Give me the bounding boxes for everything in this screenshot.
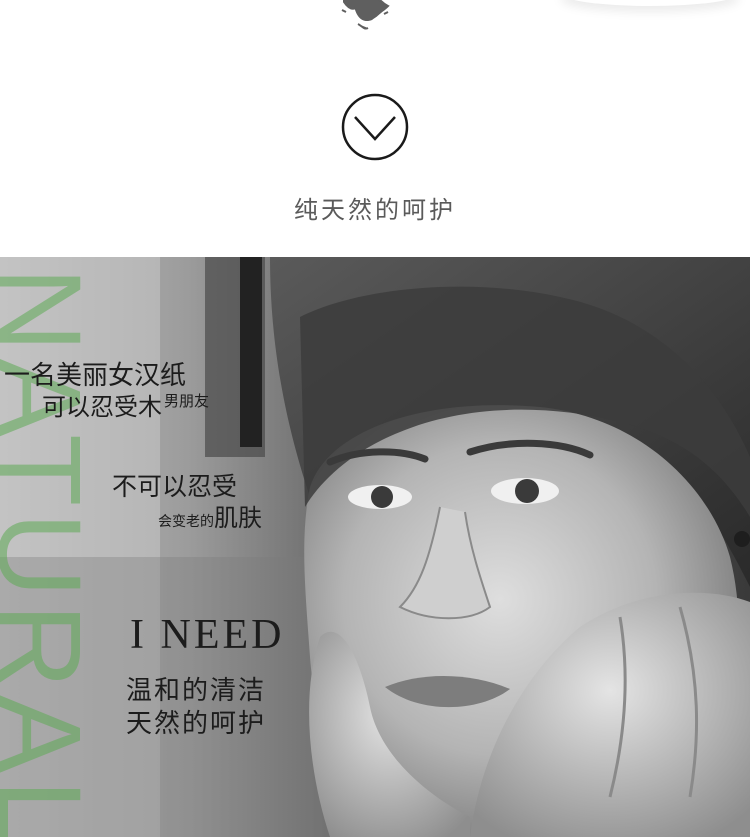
caption-line-4-small: 会变老的 [158,514,214,530]
vertical-word-natural: NATURAL [0,267,105,837]
caption-line-7: 天然的呵护 [126,709,267,739]
caption-line-2: 可以忍受木 男朋友 [42,387,209,422]
caption-line-4: 会变老的肌肤 [158,498,262,533]
caption-line-6: 温和的清洁 [126,676,267,706]
section-heading: 纯天然的呵护 [294,196,456,224]
portrait-banner: NATURAL 一名美丽女汉纸 可以忍受木 男朋友 不可以忍受 会变老的肌肤 I … [0,257,750,837]
caption-line-4-main: 肌肤 [214,504,262,532]
caption-i-need: I NEED [130,612,285,658]
caption-line-2-small: 男朋友 [164,392,210,410]
ink-splash-decoration [341,0,390,30]
chevron-down-circle-icon [341,93,409,161]
caption-line-2-main: 可以忍受木 [42,393,162,421]
header-section: 纯天然的呵护 [0,0,750,257]
top-shadow-decoration [560,0,740,6]
portrait-photo [0,257,750,837]
